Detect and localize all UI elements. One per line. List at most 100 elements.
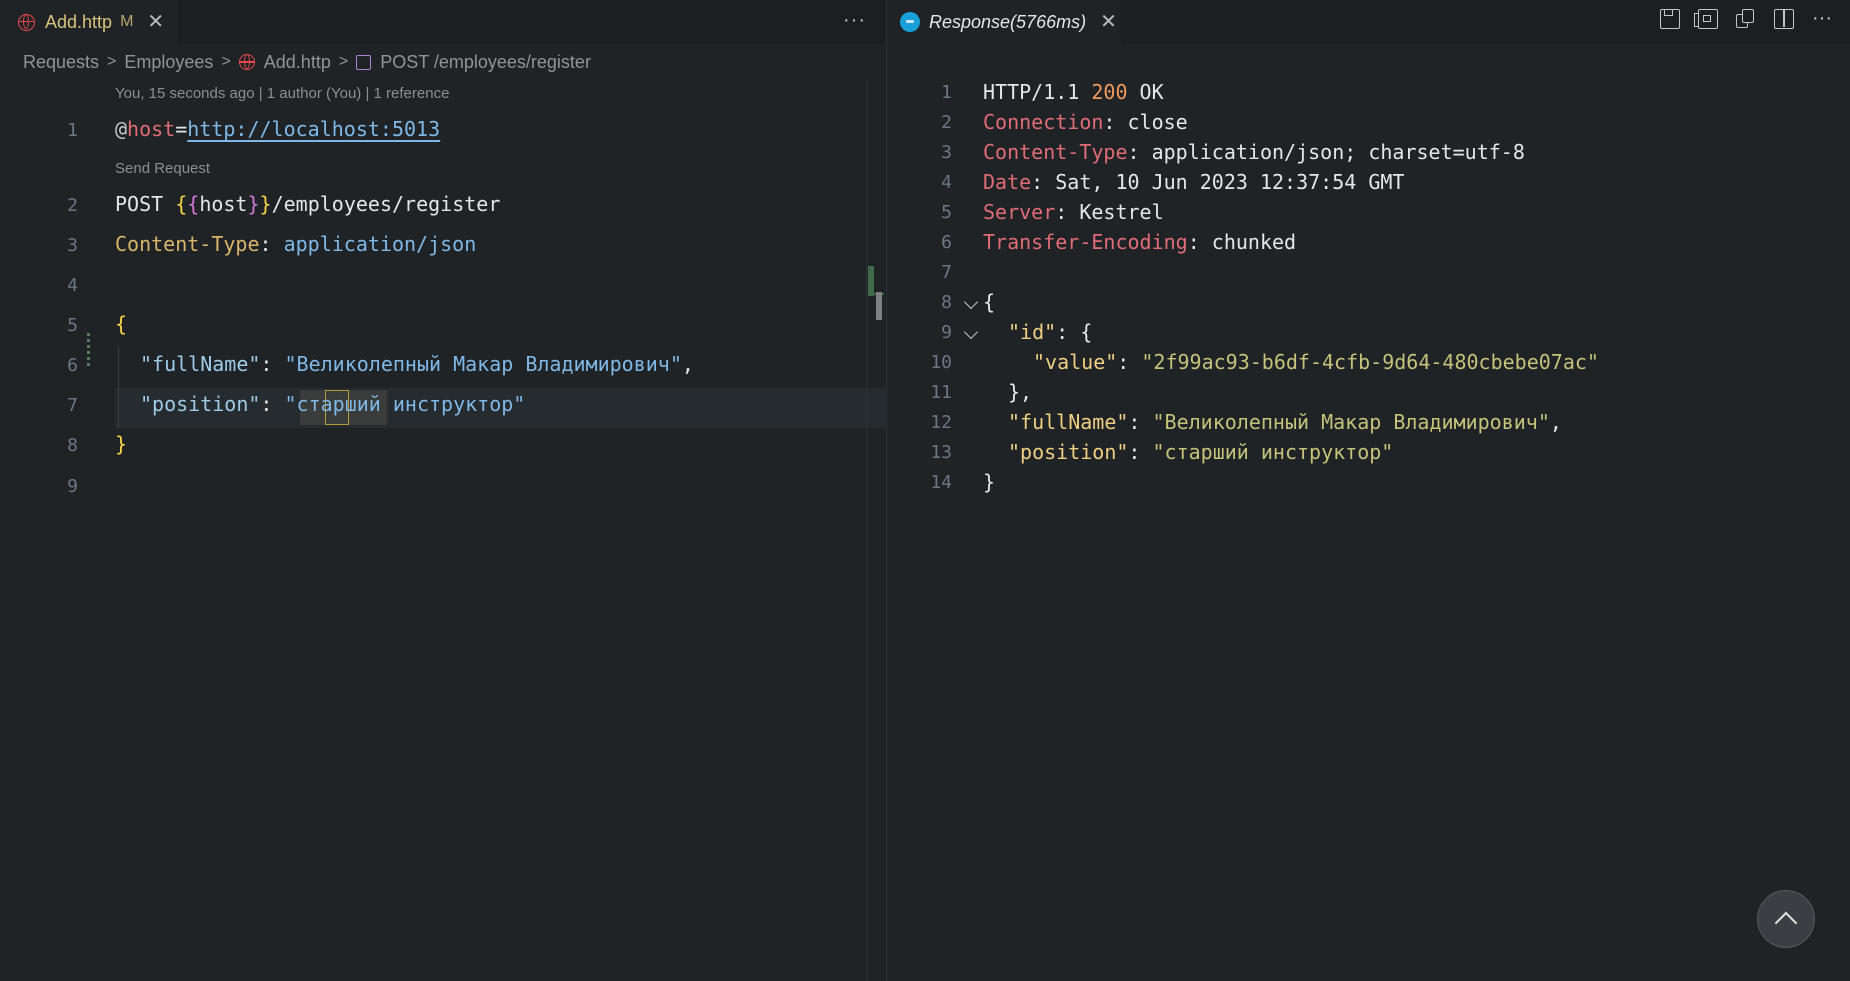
- json-string: "2f99ac93-b6df-4cfb-9d64-480cbebe07ac": [1141, 350, 1599, 374]
- git-modified-gutter: [87, 333, 90, 368]
- save-body-icon[interactable]: [1694, 9, 1719, 29]
- response-line[interactable]: "value": "2f99ac93-b6df-4cfb-9d64-480cbe…: [1033, 350, 1599, 374]
- breadcrumb-item-file[interactable]: Add.http: [264, 52, 331, 73]
- line-number: 5: [941, 202, 952, 223]
- line-number: 6: [67, 355, 78, 376]
- header-value: : close: [1103, 110, 1188, 134]
- token: {: [175, 192, 188, 216]
- indent-guide: [118, 346, 119, 428]
- line-number: 1: [67, 120, 78, 141]
- tab-response[interactable]: Response(5766ms) ✕: [887, 0, 1121, 44]
- line-number: 7: [941, 262, 952, 283]
- breadcrumb-item-requests[interactable]: Requests: [23, 52, 99, 73]
- globe-icon: [18, 13, 35, 31]
- header-name: Content-Type: [983, 140, 1128, 164]
- line-number: 6: [941, 232, 952, 253]
- line-number: 8: [941, 292, 952, 313]
- response-line[interactable]: "id": {: [1008, 320, 1092, 344]
- json-key: "id": [1008, 320, 1057, 344]
- response-line[interactable]: "fullName": "Великолепный Макар Владимир…: [1008, 410, 1562, 434]
- token: @: [115, 117, 128, 141]
- response-pane: Response(5766ms) ✕ ··· 1 HTTP/1.1 200 OK…: [887, 0, 1850, 981]
- response-line[interactable]: Transfer-Encoding: chunked: [983, 230, 1296, 254]
- line-number: 4: [67, 275, 78, 296]
- response-line[interactable]: },: [1008, 380, 1032, 404]
- response-line[interactable]: Date: Sat, 10 Jun 2023 12:37:54 GMT: [983, 170, 1404, 194]
- token: :: [1128, 410, 1153, 434]
- code-line[interactable]: {: [115, 312, 127, 336]
- editor-scrollbar[interactable]: [866, 78, 885, 981]
- copy-icon[interactable]: [1736, 9, 1756, 29]
- more-actions-icon[interactable]: ···: [843, 9, 866, 32]
- token: :: [1117, 350, 1142, 374]
- breadcrumb-item-symbol[interactable]: POST /employees/register: [380, 52, 591, 73]
- code-line[interactable]: "fullName": "Великолепный Макар Владимир…: [140, 352, 694, 376]
- modified-indicator: M: [120, 13, 134, 30]
- line-number: 12: [930, 412, 952, 433]
- json-key: "position": [1008, 440, 1129, 464]
- url-link[interactable]: http://localhost:5013: [187, 117, 440, 141]
- token: :: [260, 392, 285, 416]
- code-line[interactable]: "position": "старший инструктор": [140, 392, 525, 416]
- response-line[interactable]: {: [983, 290, 995, 314]
- git-blame-codelens[interactable]: You, 15 seconds ago | 1 author (You) | 1…: [115, 85, 449, 102]
- line-number: 5: [67, 315, 78, 336]
- token: :: [259, 232, 284, 256]
- token: =: [175, 117, 188, 141]
- breadcrumb-item-employees[interactable]: Employees: [124, 52, 213, 73]
- more-icon[interactable]: ···: [1812, 8, 1832, 29]
- token: {: [187, 192, 200, 216]
- fold-chevron-icon[interactable]: [963, 324, 979, 340]
- scrollbar-thumb[interactable]: [876, 292, 882, 320]
- response-line[interactable]: "position": "старший инструктор": [1008, 440, 1393, 464]
- header-value: application/json: [283, 232, 477, 256]
- token: HTTP/1.1: [983, 80, 1092, 104]
- scroll-to-top-button[interactable]: [1757, 890, 1815, 948]
- token: ,: [681, 352, 694, 376]
- code-line[interactable]: POST {{host}}/employees/register: [115, 192, 500, 216]
- token: {: [983, 290, 996, 314]
- json-string: "Великолепный Макар Владимирович": [284, 352, 682, 376]
- token: : {: [1056, 320, 1093, 344]
- editor-tab-bar: Add.http M ✕ ···: [0, 0, 886, 44]
- chevron-right-icon: >: [107, 53, 117, 70]
- response-line[interactable]: Content-Type: application/json; charset=…: [983, 140, 1525, 164]
- response-icon: [900, 12, 920, 32]
- header-value: : Sat, 10 Jun 2023 12:37:54 GMT: [1031, 170, 1405, 194]
- symbol-icon: [356, 54, 372, 70]
- token: }: [247, 192, 260, 216]
- header-name: Transfer-Encoding: [983, 230, 1188, 254]
- split-editor-icon[interactable]: [1774, 9, 1795, 29]
- tab-label: Add.http: [45, 11, 113, 32]
- json-string: "старший инструктор": [1152, 440, 1394, 464]
- line-number: 13: [930, 442, 952, 463]
- json-key: "fullName": [1008, 410, 1129, 434]
- line-number: 9: [67, 476, 78, 497]
- header-name: Connection: [983, 110, 1104, 134]
- response-toolbar: ···: [1660, 8, 1832, 29]
- breadcrumb: Requests > Employees > Add.http > POST /…: [23, 50, 591, 74]
- chevron-right-icon: >: [221, 53, 231, 70]
- line-number: 1: [941, 82, 952, 103]
- save-icon[interactable]: [1660, 9, 1681, 29]
- token: }: [983, 470, 996, 494]
- close-icon[interactable]: ✕: [1100, 12, 1117, 32]
- token: }: [259, 192, 272, 216]
- response-line[interactable]: Connection: close: [983, 110, 1188, 134]
- response-line[interactable]: HTTP/1.1 200 OK: [983, 80, 1164, 104]
- send-request-codelens[interactable]: Send Request: [115, 160, 210, 177]
- line-number: 7: [67, 395, 78, 416]
- code-line[interactable]: @host=http://localhost:5013: [115, 117, 440, 141]
- header-value: : Kestrel: [1055, 200, 1164, 224]
- response-line[interactable]: Server: Kestrel: [983, 200, 1164, 224]
- token: :: [1128, 440, 1153, 464]
- close-icon[interactable]: ✕: [147, 12, 164, 32]
- code-line[interactable]: }: [115, 432, 127, 456]
- fold-chevron-icon[interactable]: [963, 294, 979, 310]
- code-line[interactable]: Content-Type: application/json: [115, 232, 476, 256]
- token: },: [1008, 380, 1033, 404]
- header-value: : chunked: [1187, 230, 1297, 254]
- tab-add-http[interactable]: Add.http M ✕: [0, 0, 180, 44]
- line-number: 8: [67, 435, 78, 456]
- response-line[interactable]: }: [983, 470, 995, 494]
